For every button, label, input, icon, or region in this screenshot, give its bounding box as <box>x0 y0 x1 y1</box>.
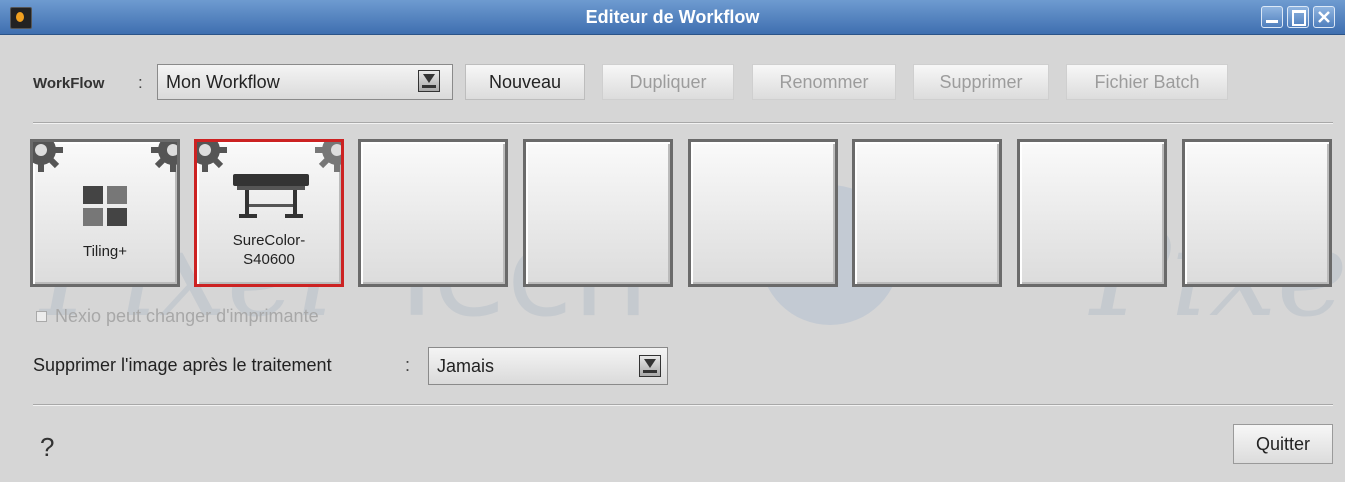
bottom-separator <box>33 404 1333 406</box>
slot-label-line2: S40600 <box>243 251 295 268</box>
workflow-slot-4[interactable] <box>523 139 673 287</box>
workflow-slot-3[interactable] <box>358 139 508 287</box>
delete-image-label: Supprimer l'image après le traitement <box>33 355 332 375</box>
gear-icon <box>151 142 177 172</box>
slot-label-line1: SureColor- <box>232 232 306 249</box>
quit-button[interactable]: Quitter <box>1233 424 1333 464</box>
printer-change-label: Nexio peut changer d'imprimante <box>55 306 319 326</box>
workflow-slot-7[interactable] <box>1017 139 1167 287</box>
workflow-label: WorkFlow <box>33 75 105 92</box>
title-bar[interactable]: Editeur de Workflow <box>0 0 1345 35</box>
workflow-slot-2[interactable]: SureColor- S40600 <box>194 139 344 287</box>
new-button[interactable]: Nouveau <box>465 64 585 100</box>
top-separator <box>33 122 1333 124</box>
tiling-icon <box>83 186 127 226</box>
help-button[interactable]: ? <box>40 432 54 463</box>
batch-file-button[interactable]: Fichier Batch <box>1066 64 1228 100</box>
duplicate-button[interactable]: Dupliquer <box>602 64 734 100</box>
gear-icon <box>33 142 63 172</box>
chevron-down-icon[interactable] <box>639 355 661 377</box>
printer-change-checkbox[interactable] <box>36 311 47 322</box>
printer-icon <box>233 174 309 218</box>
gear-icon <box>315 142 341 172</box>
maximize-icon[interactable] <box>1287 6 1309 28</box>
slot-label: Tiling+ <box>82 243 128 260</box>
chevron-down-icon[interactable] <box>418 70 440 92</box>
delete-image-select-value: Jamais <box>437 356 495 376</box>
workflow-slot-8[interactable] <box>1182 139 1332 287</box>
workflow-slot-5[interactable] <box>688 139 838 287</box>
close-icon[interactable] <box>1313 6 1335 28</box>
rename-button[interactable]: Renommer <box>752 64 896 100</box>
workflow-colon: : <box>138 73 143 92</box>
workflow-select[interactable]: Mon Workflow <box>157 64 453 100</box>
minimize-icon[interactable] <box>1261 6 1283 28</box>
delete-image-colon: : <box>405 355 411 375</box>
workflow-slot-1[interactable]: Tiling+ <box>30 139 180 287</box>
workflow-select-value: Mon Workflow <box>166 72 280 92</box>
delete-image-select[interactable]: Jamais <box>428 347 668 385</box>
window-title: Editeur de Workflow <box>585 7 760 27</box>
gear-icon <box>197 142 227 172</box>
workflow-slot-6[interactable] <box>852 139 1002 287</box>
delete-button[interactable]: Supprimer <box>913 64 1049 100</box>
